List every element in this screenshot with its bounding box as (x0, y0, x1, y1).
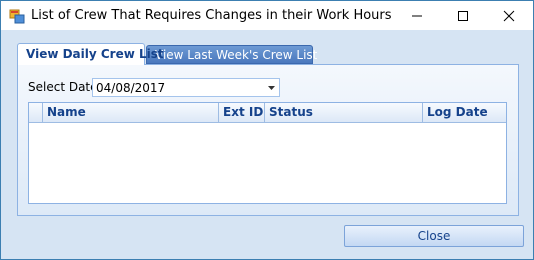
minimize-button[interactable] (394, 1, 440, 30)
date-value: 04/08/2017 (96, 81, 166, 95)
app-window-icon (9, 8, 25, 24)
column-header-log-date[interactable]: Log Date (423, 103, 506, 122)
date-picker[interactable]: 04/08/2017 (92, 78, 280, 97)
grid-header: Name Ext ID Status Log Date (29, 103, 506, 123)
close-icon (503, 10, 515, 22)
column-header-ext-id[interactable]: Ext ID (219, 103, 265, 122)
column-header-name[interactable]: Name (43, 103, 219, 122)
maximize-button[interactable] (440, 1, 486, 30)
close-button[interactable]: Close (344, 225, 524, 247)
close-window-button[interactable] (486, 1, 532, 30)
chevron-down-icon[interactable] (268, 86, 275, 90)
minimize-icon (412, 15, 422, 17)
maximize-icon (458, 11, 468, 21)
dialog-window: List of Crew That Requires Changes in th… (0, 0, 534, 260)
tab-panel: Select Date: 04/08/2017 Name Ext ID Stat… (17, 64, 519, 216)
tab-view-daily-crew-list[interactable]: View Daily Crew List (17, 43, 164, 65)
column-header-status[interactable]: Status (265, 103, 423, 122)
select-date-label: Select Date: (28, 80, 102, 94)
row-selector-header (29, 103, 43, 122)
crew-grid[interactable]: Name Ext ID Status Log Date (28, 102, 507, 204)
tab-view-last-weeks-crew-list[interactable]: View Last Week's Crew List (146, 45, 317, 64)
window-title: List of Crew That Requires Changes in th… (31, 8, 392, 23)
title-bar[interactable]: List of Crew That Requires Changes in th… (1, 1, 533, 30)
